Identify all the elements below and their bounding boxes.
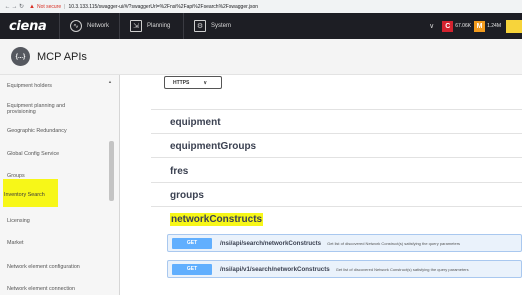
main-content: HTTPS ∨ equipment equipmentGroups fres g… — [121, 75, 522, 295]
sidebar-item-market[interactable]: Market — [7, 240, 23, 246]
app-header: ciena ∿ Network ⇲ Planning ⚙ System ∨ C … — [0, 13, 522, 39]
tag-equipment[interactable]: equipment — [170, 117, 221, 128]
scheme-select[interactable]: HTTPS ∨ — [164, 76, 222, 89]
operation-get-search-network-constructs[interactable]: GET /nsi/api/search/networkConstructs Ge… — [167, 234, 522, 252]
tag-equipment-groups[interactable]: equipmentGroups — [170, 141, 256, 152]
scheme-value: HTTPS — [173, 79, 190, 86]
sidebar-scrollbar[interactable] — [109, 141, 114, 201]
nav-network-label: Network — [86, 23, 109, 29]
planning-icon: ⇲ — [130, 20, 142, 32]
divider — [151, 206, 522, 207]
nav-planning[interactable]: ⇲ Planning — [119, 13, 183, 39]
operation-path: /nsi/api/search/networkConstructs — [220, 239, 322, 247]
nav-network[interactable]: ∿ Network — [59, 13, 119, 39]
method-badge: GET — [172, 263, 212, 275]
major-count: 1.24M — [487, 23, 501, 29]
sidebar-item-global-config-service[interactable]: Global Config Service — [7, 151, 59, 157]
sidebar-item-inventory-search[interactable]: Inventory Search — [3, 179, 58, 207]
sidebar-item-geographic-redundancy[interactable]: Geographic Redundancy — [7, 128, 67, 134]
critical-badge: C — [442, 20, 454, 32]
tag-fres[interactable]: fres — [170, 166, 188, 177]
system-icon: ⚙ — [194, 20, 206, 32]
url-input[interactable]: 10.3.133.115/swagger-ui/#/?swaggerUrl=%2… — [68, 4, 258, 10]
operation-get-v1-search-network-constructs[interactable]: GET /nsi/api/v1/search/networkConstructs… — [167, 260, 522, 278]
major-badge: M — [474, 20, 486, 32]
api-header: {...} MCP APIs — [0, 39, 522, 75]
sidebar-item-equipment-planning[interactable]: Equipment planning and provisioning — [7, 103, 89, 115]
forward-icon[interactable]: → — [11, 4, 18, 10]
operation-path: /nsi/api/v1/search/networkConstructs — [220, 265, 330, 273]
operation-description: Get list of discovered Network Construct… — [335, 266, 469, 272]
critical-count: 67.06K — [455, 23, 472, 29]
divider — [151, 182, 522, 183]
sidebar-item-equipment-holders[interactable]: Equipment holders — [7, 83, 52, 89]
nav-system[interactable]: ⚙ System — [183, 13, 253, 39]
sidebar-item-licensing[interactable]: Licensing — [7, 218, 30, 224]
warning-icon: ▲ — [29, 3, 35, 10]
network-icon: ∿ — [70, 20, 82, 32]
chevron-down-icon[interactable]: ∨ — [429, 22, 434, 30]
sidebar-item-network-element-configuration[interactable]: Network element configuration — [7, 264, 80, 270]
sidebar-item-network-element-connection[interactable]: Network element connection — [7, 286, 75, 292]
page-title: MCP APIs — [37, 50, 87, 63]
not-secure-label[interactable]: Not secure — [37, 4, 61, 10]
method-badge: GET — [172, 237, 212, 249]
back-icon[interactable]: ← — [4, 4, 11, 10]
critical-alarm-count[interactable]: C 67.06K — [442, 20, 472, 32]
divider — [151, 133, 522, 134]
divider — [151, 157, 522, 158]
brand-logo[interactable]: ciena — [9, 19, 59, 34]
reload-icon[interactable]: ↻ — [18, 3, 25, 10]
scroll-up-icon[interactable]: ▲ — [108, 79, 112, 84]
separator: | — [64, 3, 66, 10]
operation-description: Get list of discovered Network Construct… — [327, 240, 461, 246]
tag-network-constructs[interactable]: networkConstructs — [170, 213, 264, 226]
sidebar: ▲ Equipment holders Equipment planning a… — [0, 75, 120, 295]
api-logo-icon: {...} — [11, 47, 30, 66]
nav-system-label: System — [211, 23, 232, 29]
header-right: ∨ C 67.06K M 1.24M — [429, 13, 522, 39]
chevron-down-icon: ∨ — [203, 79, 208, 86]
major-alarm-count[interactable]: M 1.24M — [474, 20, 501, 32]
browser-address-bar: ← → ↻ ▲ Not secure | 10.3.133.115/swagge… — [0, 0, 522, 13]
divider — [151, 109, 522, 110]
user-menu-icon[interactable] — [506, 19, 522, 33]
tag-groups[interactable]: groups — [170, 190, 204, 201]
nav-planning-label: Planning — [147, 23, 171, 29]
